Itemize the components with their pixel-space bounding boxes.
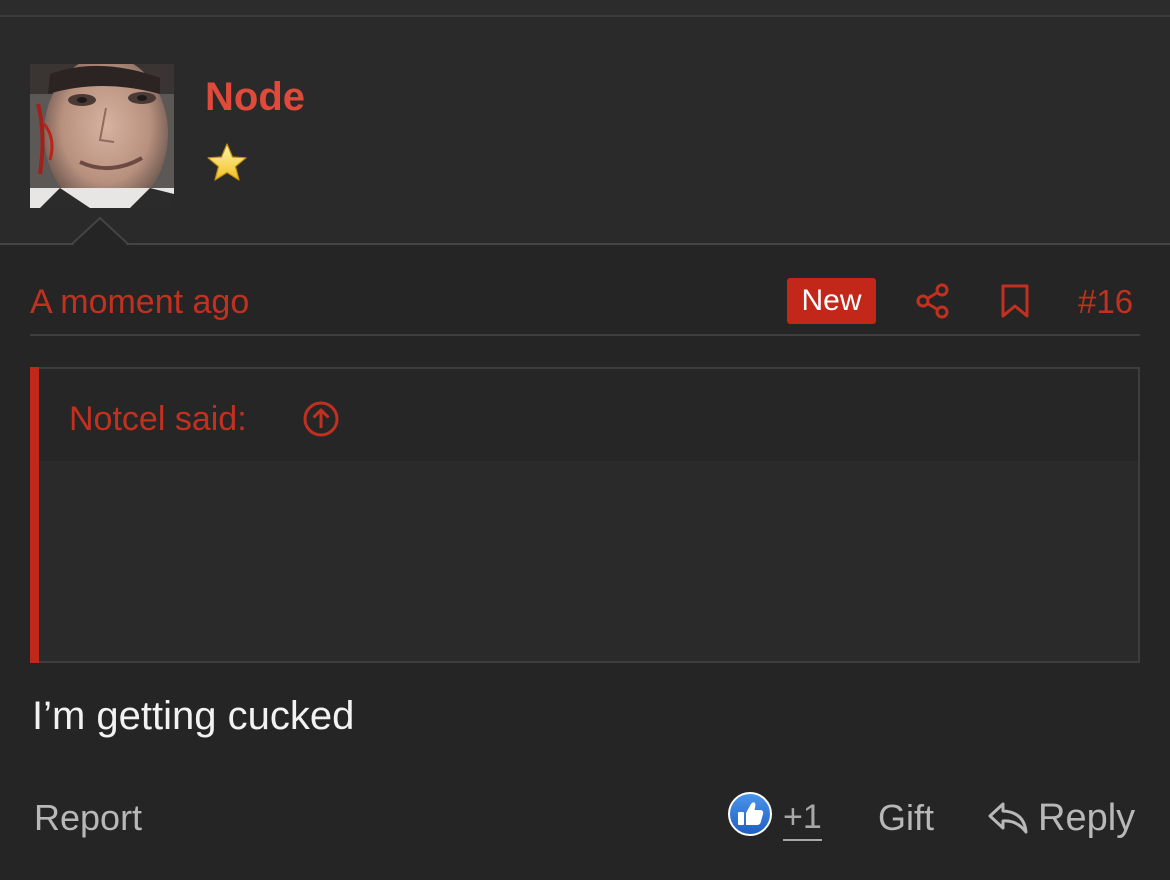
reply-button[interactable]: Reply bbox=[1038, 794, 1135, 842]
post-number-link[interactable]: #16 bbox=[1078, 280, 1133, 324]
header-divider bbox=[0, 243, 1170, 245]
reaction-count[interactable]: +1 bbox=[783, 795, 822, 841]
reply-icon[interactable] bbox=[987, 800, 1029, 836]
post-timestamp[interactable]: A moment ago bbox=[30, 280, 249, 324]
post-body: I’m getting cucked bbox=[32, 694, 355, 738]
avatar[interactable] bbox=[30, 64, 174, 208]
post-page: Node A moment ago New #16 Notcel said: I… bbox=[0, 0, 1170, 880]
quote-body bbox=[39, 461, 1138, 661]
new-badge: New bbox=[787, 278, 876, 324]
header-pointer bbox=[72, 216, 129, 246]
post-actions: Report +1 Gift Reply bbox=[0, 788, 1170, 848]
quote-header: Notcel said: bbox=[39, 369, 1138, 461]
share-icon[interactable] bbox=[915, 283, 951, 319]
arrow-up-circle-icon[interactable] bbox=[302, 400, 340, 438]
avatar-image bbox=[30, 64, 174, 208]
gift-button[interactable]: Gift bbox=[878, 794, 934, 842]
bookmark-icon[interactable] bbox=[1000, 284, 1030, 318]
user-header: Node bbox=[0, 17, 1170, 244]
top-border bbox=[0, 0, 1170, 17]
quote-author[interactable]: Notcel said: bbox=[69, 397, 247, 441]
report-link[interactable]: Report bbox=[34, 794, 142, 842]
post-meta: A moment ago New #16 bbox=[30, 276, 1140, 328]
username[interactable]: Node bbox=[205, 73, 305, 121]
quote-accent-bar bbox=[30, 367, 39, 663]
meta-divider bbox=[30, 334, 1140, 336]
quote-block: Notcel said: bbox=[30, 367, 1140, 663]
star-icon bbox=[207, 143, 247, 181]
thumbs-up-icon[interactable] bbox=[727, 791, 773, 837]
